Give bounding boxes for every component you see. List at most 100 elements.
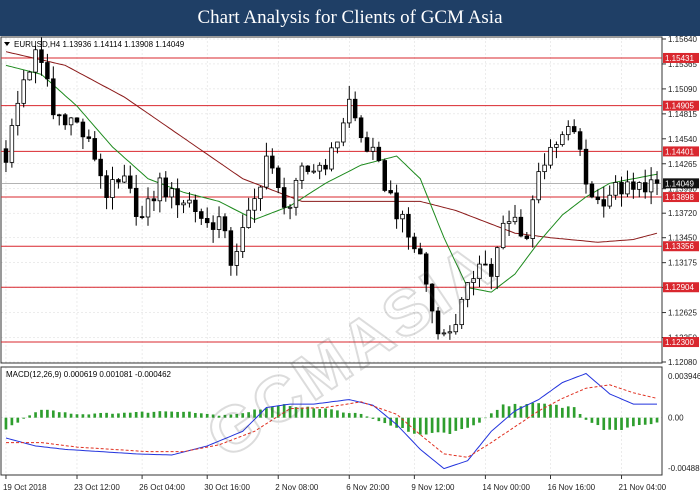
macd-histogram-bar — [572, 407, 576, 418]
candle-bullish — [169, 188, 174, 198]
macd-header: MACD(12,26,9) 0.000619 0.001081 -0.00046… — [6, 370, 172, 379]
candle-bearish — [352, 98, 358, 119]
price-tick-label: 1.15640 — [668, 36, 697, 44]
candle-bearish — [45, 62, 50, 80]
time-tick-label: 26 Oct 04:00 — [139, 483, 185, 492]
price-tick-label: 1.14815 — [668, 110, 697, 119]
macd-histogram-bar — [602, 417, 606, 430]
candle-bullish — [234, 251, 240, 266]
level-tag-label: 1.12300 — [665, 338, 694, 347]
macd-histogram-bar — [347, 413, 351, 418]
candle-bullish — [68, 117, 74, 126]
candle-bullish — [216, 216, 222, 230]
candle-bearish — [323, 164, 328, 170]
candle-bearish — [518, 216, 524, 237]
candle-bullish — [27, 71, 32, 81]
macd-histogram-bar — [336, 410, 339, 418]
candle-bearish — [128, 175, 133, 189]
macd-histogram-bar — [655, 417, 659, 423]
macd-histogram-bar — [566, 406, 570, 418]
level-tag-label: 1.13898 — [665, 193, 694, 202]
macd-histogram-bar — [377, 417, 381, 422]
level-tag-label: 1.13356 — [665, 242, 694, 251]
candle-bearish — [228, 230, 234, 266]
candle-bearish — [524, 235, 530, 239]
macd-histogram-bar — [134, 412, 138, 418]
candle-bearish — [281, 187, 287, 208]
macd-histogram-bar — [413, 417, 416, 434]
macd-histogram-bar — [448, 417, 452, 434]
macd-histogram-bar — [99, 412, 102, 418]
candle-bullish — [15, 102, 21, 126]
macd-histogram-bar — [63, 412, 67, 418]
candle-bullish — [299, 165, 305, 181]
candle-bullish — [613, 182, 618, 196]
candle-bullish — [21, 79, 26, 104]
candle-bearish — [3, 148, 9, 163]
candle-bullish — [500, 222, 506, 249]
candle-bullish — [536, 171, 541, 201]
candle-bullish — [441, 332, 447, 335]
macd-histogram-bar — [584, 417, 588, 420]
macd-histogram-bar — [164, 411, 168, 418]
candle-bearish — [418, 248, 423, 255]
candle-bullish — [447, 331, 453, 334]
level-tag-label: 1.14905 — [665, 102, 694, 111]
macd-histogram-bar — [460, 417, 464, 430]
price-tick-label: 1.14540 — [668, 135, 697, 144]
time-tick-label: 30 Oct 16:00 — [204, 483, 250, 492]
macd-histogram-bar — [51, 410, 55, 418]
macd-histogram-bar — [608, 417, 612, 430]
candle-bullish — [512, 216, 518, 223]
candle-bearish — [412, 236, 417, 250]
macd-histogram-bar — [555, 404, 558, 418]
macd-histogram-bar — [395, 417, 398, 428]
price-tick-label: 1.14265 — [668, 160, 697, 169]
macd-histogram-bar — [626, 417, 629, 428]
macd-histogram-bar — [123, 412, 126, 418]
candle-bullish — [258, 186, 263, 200]
candle-bearish — [56, 114, 62, 117]
candle-bullish — [625, 181, 630, 195]
candle-bearish — [139, 216, 145, 218]
price-chart: 1.156401.153651.150901.148151.145401.142… — [0, 36, 700, 500]
candle-bullish — [400, 213, 405, 220]
price-tick-label: 1.13175 — [668, 259, 697, 268]
macd-histogram-bar — [46, 409, 49, 418]
candle-bullish — [157, 177, 163, 202]
candle-bearish — [642, 182, 648, 193]
macd-histogram-bar — [649, 417, 653, 425]
macd-tick-label: 0.00 — [668, 414, 684, 423]
candle-bullish — [637, 182, 642, 190]
candle-bearish — [376, 146, 382, 161]
candle-bearish — [104, 175, 109, 198]
macd-histogram-bar — [472, 417, 475, 426]
candle-bearish — [270, 155, 275, 169]
macd-histogram-bar — [152, 411, 156, 418]
time-tick-label: 6 Nov 20:00 — [346, 483, 390, 492]
current-price-tag-label: 1.14049 — [665, 179, 694, 188]
macd-histogram-bar — [561, 407, 564, 418]
level-tag-label: 1.15431 — [665, 54, 694, 63]
macd-histogram-bar — [342, 412, 345, 418]
candle-bearish — [571, 126, 577, 133]
macd-histogram-bar — [10, 417, 14, 426]
candle-bearish — [305, 165, 311, 172]
candle-bullish — [530, 199, 535, 239]
candle-bearish — [394, 192, 399, 220]
macd-histogram-bar — [643, 417, 647, 425]
macd-histogram-bar — [22, 417, 26, 419]
candle-bearish — [406, 213, 411, 238]
price-tick-label: 1.12625 — [668, 309, 697, 318]
candle-bullish — [264, 155, 269, 188]
candle-bearish — [364, 137, 370, 152]
candle-bullish — [560, 134, 565, 146]
candle-bullish — [648, 179, 654, 193]
macd-histogram-bar — [637, 417, 641, 426]
macd-histogram-bar — [34, 412, 37, 418]
candle-bearish — [175, 188, 180, 206]
candle-bullish — [311, 170, 316, 173]
candle-bearish — [62, 114, 68, 126]
macd-histogram-bar — [549, 404, 552, 418]
macd-histogram-bar — [489, 413, 493, 418]
